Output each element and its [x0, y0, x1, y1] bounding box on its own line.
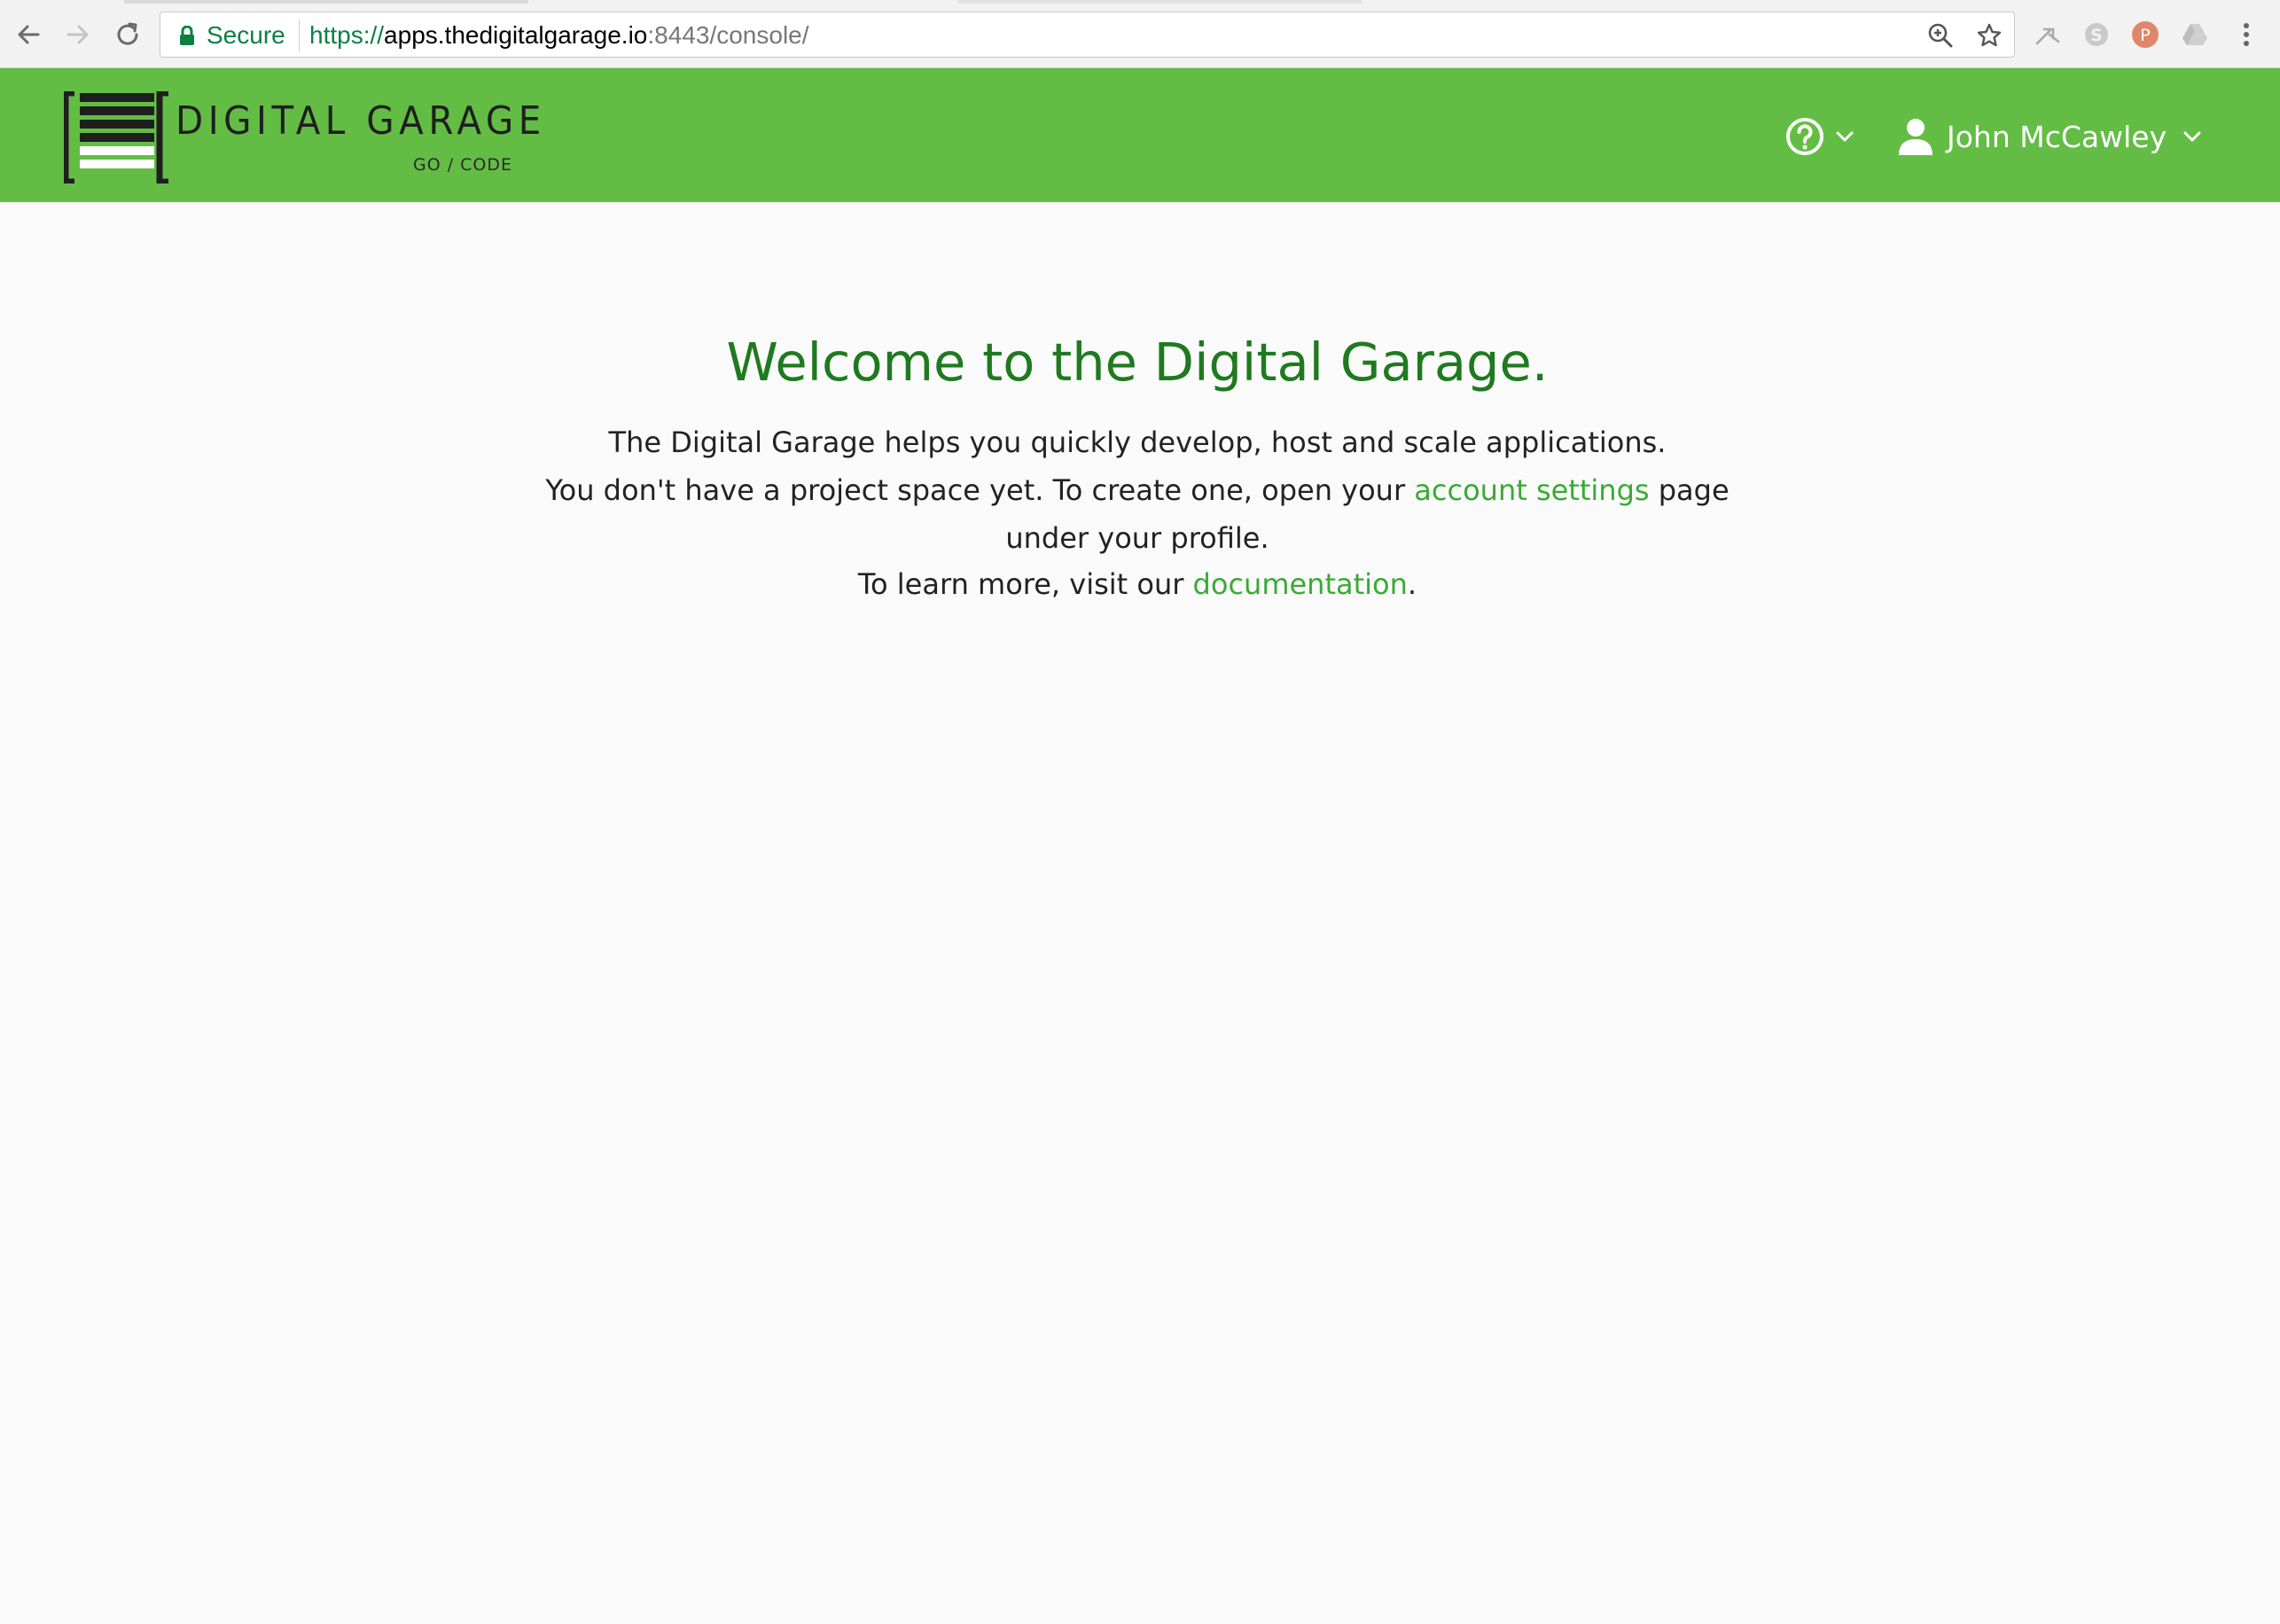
tab-strip — [124, 0, 528, 4]
logo-tagline: GO / CODE — [413, 155, 512, 175]
extension-button[interactable] — [2181, 20, 2209, 49]
logo-tagline-text: GO / CODE — [413, 155, 513, 175]
learn-more-end: . — [1407, 567, 1417, 601]
learn-more-start: To learn more, visit our — [857, 567, 1193, 601]
browser-menu-button[interactable] — [2232, 20, 2260, 49]
drive-icon — [2182, 24, 2207, 45]
reload-button[interactable] — [112, 12, 144, 57]
extension-arrow-icon — [2035, 27, 2060, 45]
extension-button[interactable] — [2034, 20, 2062, 49]
tab-strip — [957, 0, 1362, 4]
kebab-menu-icon — [2244, 23, 2249, 46]
zoom-icon — [1928, 23, 1953, 48]
garage-logo-icon — [64, 91, 168, 183]
chevron-down-icon — [1836, 131, 1854, 142]
user-icon — [1899, 119, 1933, 155]
question-circle-icon — [1786, 118, 1823, 155]
profile-p-icon: P — [2132, 21, 2159, 48]
bookmark-button[interactable] — [1976, 22, 2003, 49]
arrow-left-icon — [18, 25, 40, 44]
app-header: DIGITAL GARAGE GO / CODE John McCawley — [0, 68, 2280, 202]
forward-button[interactable] — [62, 12, 94, 57]
intro-line-2-start: You don't have a project space yet. To c… — [545, 473, 1415, 507]
user-menu-toggle[interactable]: John McCawley — [1897, 111, 2202, 162]
zoom-button[interactable] — [1927, 22, 1954, 49]
address-divider — [299, 20, 300, 51]
learn-more-text: To learn more, visit our documentation. — [532, 560, 1743, 608]
star-icon — [1977, 23, 2002, 47]
address-bar[interactable]: Secure https://apps.thedigitalgarage.io:… — [160, 12, 2015, 58]
welcome-title: Welcome to the Digital Garage. — [726, 332, 1549, 393]
url-scheme: https:// — [309, 21, 385, 49]
digital-garage-logo[interactable]: DIGITAL GARAGE GO / CODE — [64, 91, 541, 183]
url-host: apps.thedigitalgarage.io — [384, 21, 648, 49]
reload-icon — [117, 22, 138, 45]
svg-text:S: S — [2090, 26, 2103, 45]
chevron-down-icon — [2183, 131, 2201, 142]
account-settings-link[interactable]: account settings — [1414, 473, 1649, 507]
help-menu-toggle[interactable] — [1785, 113, 1854, 160]
url-text: https://apps.thedigitalgarage.io:8443/co… — [309, 22, 809, 49]
lock-icon — [180, 26, 194, 45]
documentation-link[interactable]: documentation — [1193, 567, 1408, 601]
intro-line-1: The Digital Garage helps you quickly dev… — [608, 426, 1667, 459]
browser-toolbar: Secure https://apps.thedigitalgarage.io:… — [0, 0, 2280, 68]
skype-icon: S — [2085, 23, 2108, 46]
main-content: Welcome to the Digital Garage. The Digit… — [0, 202, 2280, 1624]
url-path: :8443/console/ — [647, 21, 809, 49]
user-name: John McCawley — [1947, 119, 2167, 154]
extension-button[interactable]: P — [2131, 20, 2159, 49]
svg-text:P: P — [2140, 26, 2150, 45]
logo-wordmark: DIGITAL GARAGE — [176, 98, 546, 144]
secure-label: Secure — [207, 21, 285, 49]
back-button[interactable] — [12, 12, 44, 57]
extension-button[interactable]: S — [2082, 20, 2111, 49]
arrow-right-icon — [66, 25, 89, 44]
intro-text: The Digital Garage helps you quickly dev… — [532, 418, 1743, 562]
